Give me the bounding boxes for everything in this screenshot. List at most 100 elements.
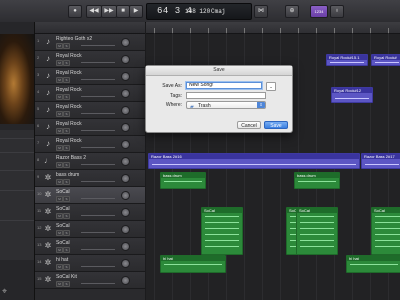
track-header[interactable]: 12 ✲ SoCal M S: [35, 221, 145, 238]
solo-button[interactable]: S: [63, 247, 70, 253]
tuner-icon[interactable]: ⋈: [254, 5, 268, 18]
pan-knob[interactable]: [121, 106, 130, 115]
track-header[interactable]: 15 ✲ SoCal Kit M S: [35, 272, 145, 289]
mute-button[interactable]: M: [56, 196, 63, 202]
solo-button[interactable]: S: [63, 77, 70, 83]
track-header[interactable]: 14 ✲ hi hat M S: [35, 255, 145, 272]
region[interactable]: Royal Rock#15.1: [326, 54, 368, 66]
count-in-icon[interactable]: ⊕: [285, 5, 299, 18]
pan-knob[interactable]: [121, 123, 130, 132]
pan-knob[interactable]: [121, 157, 130, 166]
pan-knob[interactable]: [121, 89, 130, 98]
mute-button[interactable]: M: [56, 281, 63, 287]
mute-button[interactable]: M: [56, 128, 63, 134]
pan-knob[interactable]: [121, 276, 130, 285]
region[interactable]: SoCal: [371, 207, 400, 255]
volume-fader[interactable]: [81, 266, 115, 267]
volume-fader[interactable]: [81, 96, 115, 97]
volume-fader[interactable]: [81, 147, 115, 148]
track-header[interactable]: 13 ✲ SoCal M S: [35, 238, 145, 255]
expand-dialog-button[interactable]: ⌄: [266, 82, 276, 91]
save-as-field[interactable]: [186, 82, 262, 89]
solo-button[interactable]: S: [63, 213, 70, 219]
solo-button[interactable]: S: [63, 111, 70, 117]
play-icon[interactable]: ▶: [129, 5, 143, 18]
volume-fader[interactable]: [81, 232, 115, 233]
mute-button[interactable]: M: [56, 60, 63, 66]
mute-button[interactable]: M: [56, 213, 63, 219]
volume-fader[interactable]: [81, 113, 115, 114]
mute-button[interactable]: M: [56, 77, 63, 83]
cancel-button[interactable]: Cancel: [237, 121, 261, 129]
mute-button[interactable]: M: [56, 230, 63, 236]
track-header[interactable]: 7 ♪ Royal Rock M S: [35, 136, 145, 153]
pan-knob[interactable]: [121, 38, 130, 47]
fast-forward-icon[interactable]: ▶▶: [101, 5, 117, 18]
solo-button[interactable]: S: [63, 196, 70, 202]
solo-button[interactable]: S: [63, 281, 70, 287]
snap-icon[interactable]: ⌖: [2, 286, 12, 296]
volume-fader[interactable]: [81, 198, 115, 199]
volume-fader[interactable]: [81, 79, 115, 80]
volume-fader[interactable]: [81, 130, 115, 131]
volume-fader[interactable]: [81, 164, 115, 165]
volume-fader[interactable]: [81, 215, 115, 216]
volume-fader[interactable]: [81, 283, 115, 284]
save-button[interactable]: Save: [264, 121, 288, 129]
track-header[interactable]: 8 ♩ Razor Bass 2MS: [35, 153, 145, 170]
where-select[interactable]: ▰ Trash ⇕: [186, 101, 266, 110]
tuner-display[interactable]: 1234: [310, 5, 328, 18]
solo-button[interactable]: S: [63, 264, 70, 270]
lcd-display[interactable]: 64 3 4 148 120 Cmaj: [146, 3, 252, 20]
volume-fader[interactable]: [81, 249, 115, 250]
pan-knob[interactable]: [121, 242, 130, 251]
region[interactable]: Royal Rock#12: [331, 87, 373, 103]
track-header[interactable]: 5 ♪ Royal Rock M S: [35, 102, 145, 119]
solo-button[interactable]: S: [63, 230, 70, 236]
track-header[interactable]: 9 ✲ bass drum M S: [35, 170, 145, 187]
mute-button[interactable]: M: [56, 179, 63, 185]
mute-button[interactable]: M: [56, 43, 63, 49]
solo-button[interactable]: S: [63, 128, 70, 134]
volume-fader[interactable]: [81, 62, 115, 63]
solo-button[interactable]: S: [63, 162, 70, 168]
solo-button[interactable]: S: [63, 60, 70, 66]
tags-field[interactable]: [186, 92, 266, 99]
solo-button[interactable]: S: [63, 145, 70, 151]
pan-knob[interactable]: [121, 225, 130, 234]
track-header[interactable]: 3 ♪ Royal Rock M S: [35, 68, 145, 85]
solo-button[interactable]: S: [63, 43, 70, 49]
solo-button[interactable]: S: [63, 179, 70, 185]
pan-knob[interactable]: [121, 55, 130, 64]
mute-button[interactable]: M: [56, 162, 63, 168]
volume-fader[interactable]: [81, 181, 115, 182]
track-header[interactable]: 1 ♪ Righteo Goth x2 M S: [35, 34, 145, 51]
pan-knob[interactable]: [121, 72, 130, 81]
mute-button[interactable]: M: [56, 145, 63, 151]
arrange-area[interactable]: Royal Rock#15.1 Royal Rock# Royal Rock#12 R…: [146, 22, 400, 300]
track-header[interactable]: 6 ♪ Royal Rock M S: [35, 119, 145, 136]
rewind-icon[interactable]: ◀◀: [86, 5, 102, 18]
pan-knob[interactable]: [121, 174, 130, 183]
pan-knob[interactable]: [121, 191, 130, 200]
timeline-ruler[interactable]: [146, 22, 400, 34]
region[interactable]: bass drum: [294, 172, 340, 189]
mute-button[interactable]: M: [56, 94, 63, 100]
track-header[interactable]: 4 ♪ Royal Rock M S: [35, 85, 145, 102]
mute-button[interactable]: M: [56, 111, 63, 117]
region[interactable]: SoCal: [201, 207, 243, 255]
region[interactable]: Razor Bass 2#17: [361, 153, 400, 169]
track-header[interactable]: 10 ✲ SoCal M S: [35, 187, 145, 204]
stop-icon[interactable]: ■: [116, 5, 130, 18]
region[interactable]: hi hat: [160, 255, 226, 273]
pan-knob[interactable]: [121, 140, 130, 149]
region[interactable]: SoCal: [296, 207, 338, 255]
mute-button[interactable]: M: [56, 247, 63, 253]
mute-button[interactable]: M: [56, 264, 63, 270]
region[interactable]: hi hat: [346, 255, 400, 273]
solo-button[interactable]: S: [63, 94, 70, 100]
pan-knob[interactable]: [121, 208, 130, 217]
region[interactable]: Royal Rock#: [371, 54, 400, 66]
pan-knob[interactable]: [121, 259, 130, 268]
region[interactable]: Razor Bass 2#16: [148, 153, 360, 169]
